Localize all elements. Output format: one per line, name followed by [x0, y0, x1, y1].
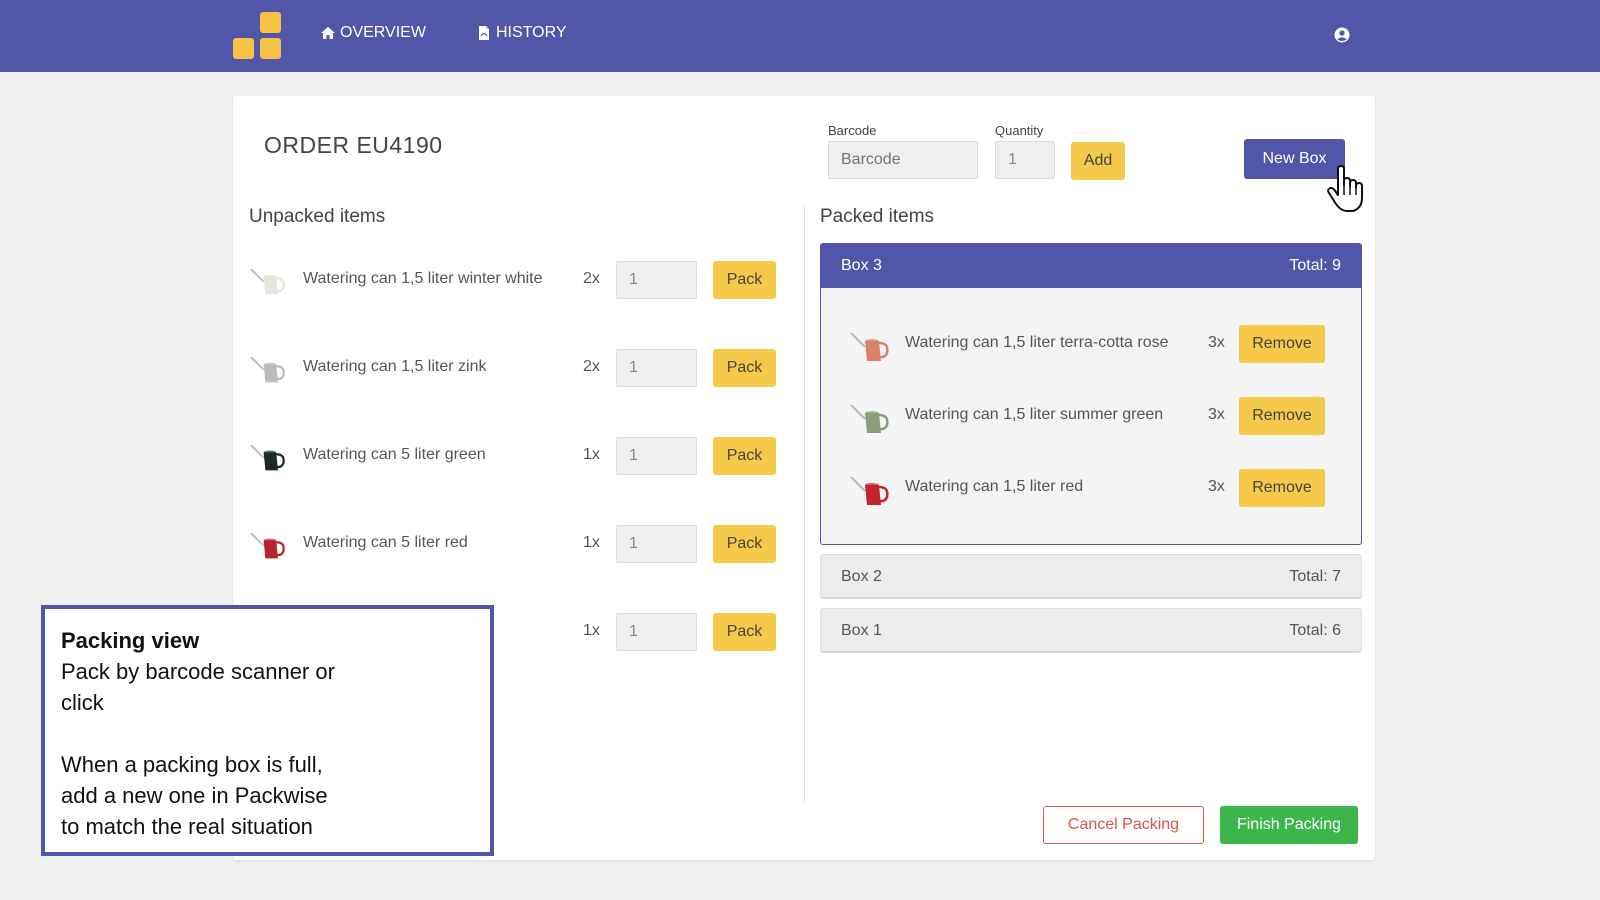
pack-button[interactable]: Pack	[713, 437, 776, 475]
nav-history[interactable]: HISTORY	[476, 24, 567, 42]
packed-item-row: Watering can 1,5 liter red 3x Remove	[849, 468, 1339, 508]
hand-pointer-icon	[1327, 165, 1363, 212]
tooltip-callout: Packing view Pack by barcode scanner or …	[41, 605, 494, 856]
pack-quantity-input[interactable]	[616, 349, 697, 387]
pdf-file-icon	[479, 26, 489, 40]
item-quantity: 1x	[583, 534, 600, 551]
callout-text: to match the real situation	[61, 814, 313, 839]
box-panel-collapsed[interactable]: Box 1 Total: 6	[820, 608, 1362, 653]
add-button[interactable]: Add	[1071, 142, 1125, 180]
item-name: Watering can 5 liter red	[303, 534, 468, 551]
pack-quantity-input[interactable]	[616, 525, 697, 563]
item-name: Watering can 5 liter green	[303, 446, 486, 463]
box-name: Box 3	[841, 257, 882, 274]
unpacked-item-row: Watering can 1,5 liter zink 2x Pack	[247, 348, 776, 388]
pack-quantity-input[interactable]	[616, 613, 697, 651]
unpacked-item-row: Watering can 1,5 liter winter white 2x P…	[247, 260, 776, 300]
packed-item-row: Watering can 1,5 liter terra-cotta rose …	[849, 324, 1339, 364]
unpacked-item-row: Watering can 5 liter red 1x Pack	[247, 524, 776, 564]
logo[interactable]	[233, 12, 281, 60]
box-total: Total: 6	[1289, 622, 1341, 639]
watering-can-icon	[849, 324, 893, 366]
box-total: Total: 7	[1289, 568, 1341, 585]
watering-can-icon	[849, 468, 893, 510]
unpacked-items-title: Unpacked items	[249, 206, 386, 227]
remove-button[interactable]: Remove	[1239, 469, 1325, 507]
box-header[interactable]: Box 3 Total: 9	[821, 244, 1361, 288]
home-icon	[321, 27, 335, 39]
item-quantity: 3x	[1208, 478, 1225, 495]
item-name: Watering can 1,5 liter summer green	[905, 406, 1164, 423]
item-quantity: 3x	[1208, 406, 1225, 423]
pack-button[interactable]: Pack	[713, 261, 776, 299]
top-navbar: OVERVIEW HISTORY	[0, 0, 1600, 72]
box-panel-open: Box 3 Total: 9 Watering can 1,5 liter te…	[820, 243, 1362, 545]
callout-spacer	[61, 718, 474, 749]
callout-text: Pack by barcode scanner or	[61, 659, 335, 684]
callout-text: When a packing box is full,	[61, 752, 323, 777]
remove-button[interactable]: Remove	[1239, 325, 1325, 363]
cancel-packing-button[interactable]: Cancel Packing	[1043, 806, 1204, 844]
watering-can-icon	[247, 438, 291, 474]
pack-button[interactable]: Pack	[713, 525, 776, 563]
nav-overview-label: OVERVIEW	[340, 24, 426, 41]
item-quantity: 3x	[1208, 334, 1225, 351]
callout-title: Packing view	[61, 628, 200, 653]
pack-button[interactable]: Pack	[713, 349, 776, 387]
pack-quantity-input[interactable]	[616, 437, 697, 475]
box-name: Box 2	[841, 568, 882, 585]
user-account-icon[interactable]	[1334, 27, 1350, 43]
quantity-label: Quantity	[995, 123, 1044, 138]
remove-button[interactable]: Remove	[1239, 397, 1325, 435]
pack-button[interactable]: Pack	[713, 613, 776, 651]
watering-can-icon	[247, 350, 291, 386]
box-name: Box 1	[841, 622, 882, 639]
quantity-input[interactable]	[995, 141, 1055, 179]
callout-text: add a new one in Packwise	[61, 783, 328, 808]
barcode-label: Barcode	[828, 123, 877, 138]
unpacked-item-row: Watering can 5 liter green 1x Pack	[247, 436, 776, 476]
barcode-input[interactable]	[828, 141, 978, 179]
packed-item-row: Watering can 1,5 liter summer green 3x R…	[849, 396, 1339, 436]
box-total: Total: 9	[1289, 257, 1341, 274]
item-name: Watering can 1,5 liter winter white	[303, 270, 543, 287]
item-quantity: 2x	[583, 270, 600, 287]
item-name: Watering can 1,5 liter zink	[303, 358, 487, 375]
item-quantity: 2x	[583, 358, 600, 375]
item-quantity: 1x	[583, 622, 600, 639]
item-name: Watering can 1,5 liter terra-cotta rose	[905, 334, 1169, 351]
box-panel-collapsed[interactable]: Box 2 Total: 7	[820, 554, 1362, 599]
pack-quantity-input[interactable]	[616, 261, 697, 299]
watering-can-icon	[849, 396, 893, 438]
nav-overview[interactable]: OVERVIEW	[320, 24, 426, 42]
item-name: Watering can 1,5 liter red	[905, 478, 1084, 495]
order-title: ORDER EU4190	[264, 132, 443, 158]
callout-text: click	[61, 690, 104, 715]
packed-items-title: Packed items	[820, 206, 935, 227]
nav-history-label: HISTORY	[496, 24, 567, 41]
item-quantity: 1x	[583, 446, 600, 463]
finish-packing-button[interactable]: Finish Packing	[1220, 806, 1358, 844]
watering-can-icon	[247, 526, 291, 562]
watering-can-icon	[247, 262, 291, 298]
column-divider	[804, 206, 805, 802]
